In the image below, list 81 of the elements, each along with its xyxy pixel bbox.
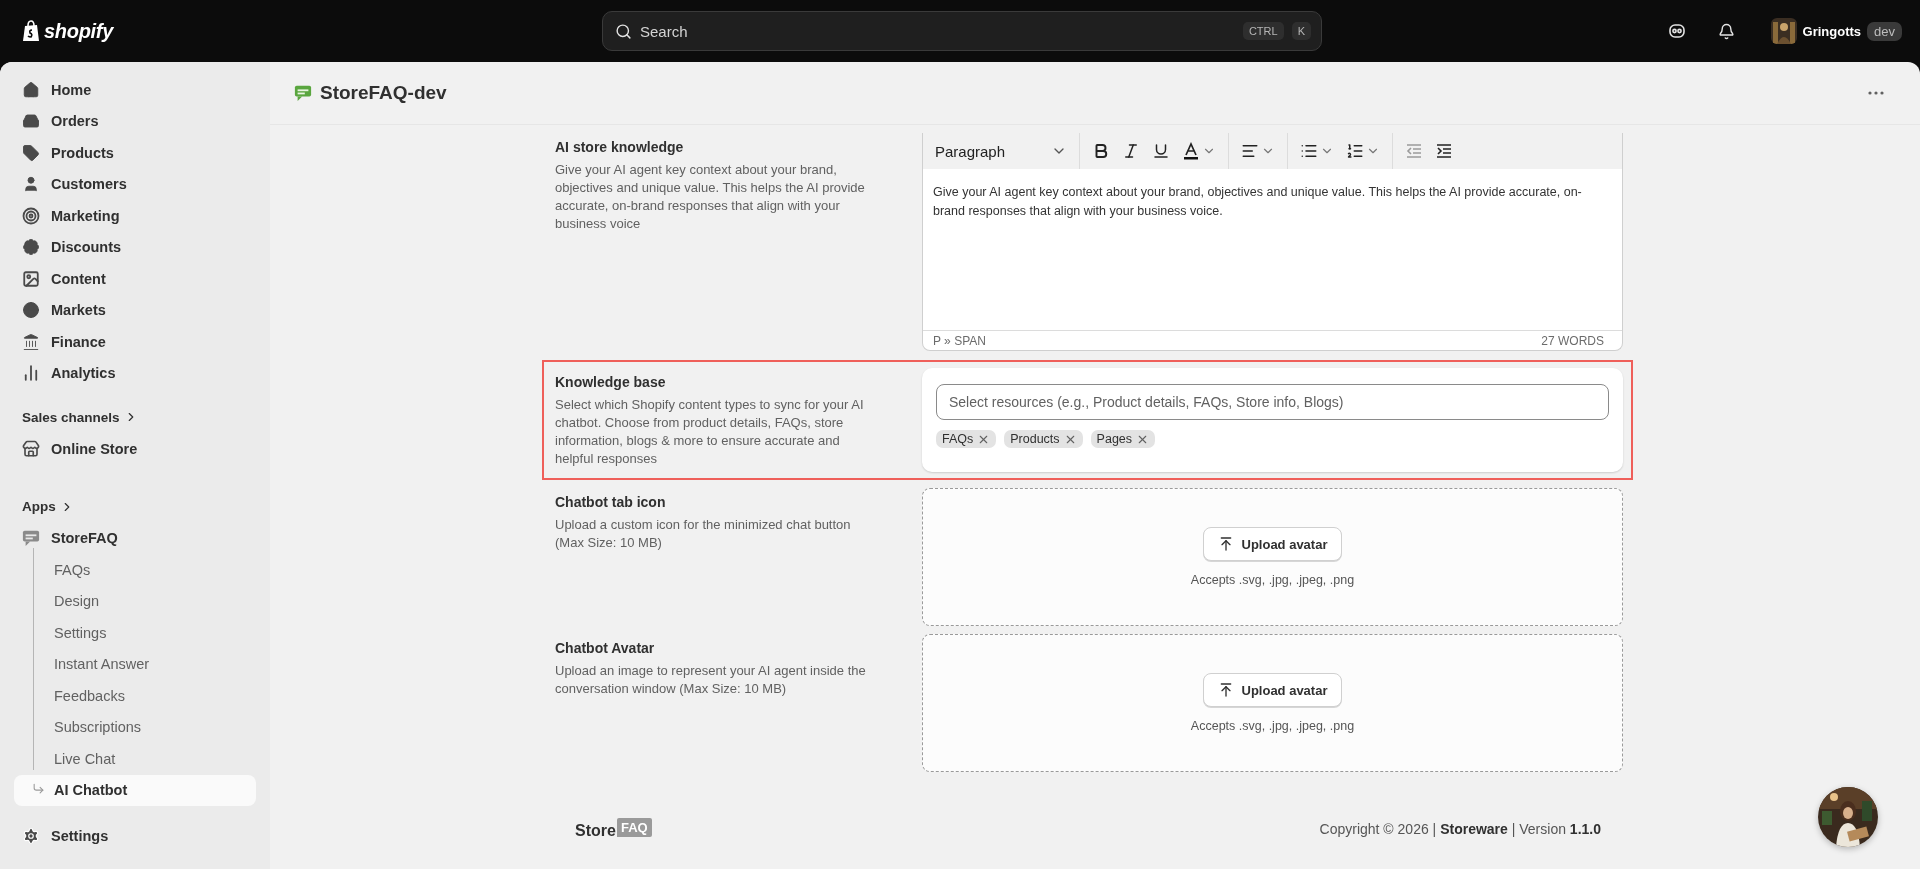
section-description: Select which Shopify content types to sync for your AI chatbot. Choose from product details, FAQs, store information, blogs & more to ensure accurate and helpful responses [555, 396, 865, 468]
section-description: Give your AI agent key context about your brand, objectives and unique value. This helps the AI provide accurate, on-brand responses that align with your business voice [555, 161, 866, 233]
section-title: Chatbot tab icon [555, 494, 667, 510]
resource-tag: Pages [1090, 430, 1156, 448]
account-button[interactable]: Gringotts dev [1770, 18, 1902, 44]
nav-item[interactable]: Content [14, 263, 256, 295]
nav-item[interactable]: Settings [14, 617, 256, 649]
nav-item[interactable]: AI Chatbot [14, 774, 256, 806]
resource-tag: FAQs [936, 430, 997, 448]
format-select[interactable]: Paragraph [923, 133, 1080, 169]
shortcut-key: K [1291, 22, 1311, 40]
store-badge: dev [1867, 21, 1902, 41]
nav-item[interactable]: Orders [14, 105, 256, 137]
nav-item[interactable]: Subscriptions [14, 711, 256, 743]
section-description: Upload a custom icon for the minimized chat button (Max Size: 10 MB) [555, 516, 852, 552]
upload-dropzone[interactable]: Upload avatar Accepts .svg, .jpg, .jpeg, .png [922, 488, 1623, 626]
nav-item[interactable]: Feedbacks [14, 680, 256, 712]
section-title: Knowledge base [555, 374, 667, 390]
section-title: AI store knowledge [555, 139, 685, 155]
image-icon [22, 269, 40, 288]
search-icon [615, 22, 632, 40]
bell-icon [1718, 22, 1736, 40]
corner-arrow-icon [32, 781, 45, 795]
nav-item[interactable]: Finance [14, 326, 256, 358]
nav-item[interactable]: Instant Answer [14, 648, 256, 680]
mask-icon [1667, 22, 1686, 40]
numbered-list-icon [1346, 142, 1364, 160]
home-icon [22, 80, 40, 99]
nav-item[interactable]: Marketing [14, 200, 256, 232]
more-icon [1868, 91, 1884, 95]
target-icon [22, 206, 40, 225]
upload-button[interactable]: Upload avatar [1202, 527, 1343, 561]
shortcut-key: CTRL [1242, 22, 1284, 40]
nav-item[interactable]: Home [14, 74, 256, 106]
section-description: Upload an image to represent your AI agent inside the conversation window (Max Size: 10 MB) [555, 662, 867, 698]
indent-icon [1435, 142, 1453, 160]
outdent-icon [1405, 142, 1423, 160]
section-heading[interactable]: Apps [22, 494, 256, 519]
person-icon [22, 175, 40, 194]
nav-item[interactable]: Settings [14, 820, 256, 852]
resource-tag: Products [1004, 430, 1083, 448]
page-title: StoreFAQ-dev [320, 82, 447, 104]
nav-item[interactable]: Analytics [14, 357, 256, 389]
tag-icon [22, 143, 40, 162]
nav-item[interactable]: Online Store [14, 433, 256, 465]
text-editor[interactable]: Paragraph Give your AI agent key context about your brand, objectives and unique value. This helps the AI provide accurate, on-brand responses that align with your business voice. P » SPAN 27 WORDS [922, 133, 1623, 351]
chat-bubble-icon [22, 529, 40, 548]
file-types-hint: Accepts .svg, .jpg, .jpeg, .png [1190, 719, 1355, 733]
nav-item[interactable]: Customers [14, 168, 256, 200]
section-heading[interactable]: Sales channels [22, 405, 256, 429]
search-field[interactable]: Search CTRL K [602, 11, 1322, 51]
align-left-icon [1241, 142, 1259, 160]
chat-launcher[interactable] [1818, 787, 1878, 847]
nav-item[interactable]: FAQs [14, 554, 256, 586]
nav-item[interactable]: Discounts [14, 231, 256, 263]
nav-item[interactable]: StoreFAQ [14, 522, 256, 554]
resources-input[interactable]: Select resources (e.g., Product details, FAQs, Store info, Blogs) [936, 384, 1609, 420]
copyright-text: Copyright © 2026 | Storeware | Version 1.1.0 [1319, 821, 1601, 837]
element-path: P » SPAN [933, 333, 986, 348]
nav-item[interactable]: Live Chat [14, 743, 256, 775]
nav-item[interactable]: Markets [14, 294, 256, 326]
bullet-list-icon [1300, 142, 1318, 160]
bar-chart-icon [22, 364, 40, 383]
gear-icon [22, 826, 40, 845]
bank-icon [22, 332, 40, 351]
word-count: 27 WORDS [1541, 333, 1604, 348]
editor-text: Give your AI agent key context about your brand, objectives and unique value. This helps the AI provide accurate, on-brand responses that align with your business voice. [932, 184, 1583, 220]
underline-icon [1152, 142, 1170, 160]
chat-bubble-icon [294, 84, 312, 102]
upload-dropzone[interactable]: Upload avatar Accepts .svg, .jpg, .jpeg, .png [922, 634, 1623, 772]
font-color-icon [1182, 142, 1200, 160]
upload-button[interactable]: Upload avatar [1202, 673, 1343, 707]
italic-icon [1122, 142, 1140, 160]
file-types-hint: Accepts .svg, .jpg, .jpeg, .png [1190, 573, 1355, 587]
storefront-icon [22, 439, 40, 458]
nav-item[interactable]: Products [14, 137, 256, 169]
footer-logo: Store FAQ [575, 818, 652, 840]
nav-item[interactable]: Design [14, 585, 256, 617]
shopping-bag-icon [22, 20, 40, 42]
section-title: Chatbot Avatar [555, 640, 656, 656]
logo-text: shopify [44, 19, 113, 43]
